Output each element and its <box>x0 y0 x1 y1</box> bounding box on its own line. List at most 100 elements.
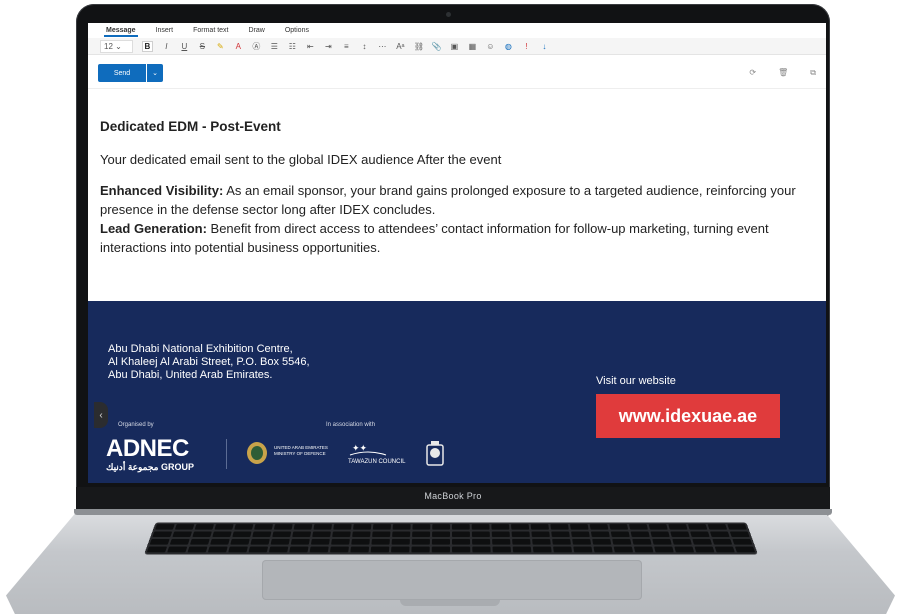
keyboard-key <box>155 524 175 530</box>
keyboard-key <box>530 524 549 530</box>
keyboard-key <box>174 524 195 530</box>
clear-format-icon[interactable]: Ⓐ <box>252 41 261 52</box>
keyboard-key <box>412 531 431 538</box>
image-icon[interactable]: ▣ <box>450 42 459 51</box>
keyboard-key <box>289 546 309 553</box>
styles-icon[interactable]: Aᵃ <box>396 42 405 51</box>
keyboard-key <box>492 546 512 553</box>
keyboard-key <box>714 546 735 553</box>
send-button[interactable]: Send <box>98 64 146 82</box>
emoji-icon[interactable]: ☺ <box>486 42 495 51</box>
recurring-icon[interactable]: ⟳ <box>749 68 756 78</box>
keyboard-key <box>309 546 329 553</box>
keyboard-key <box>268 546 289 553</box>
italic-icon[interactable]: I <box>162 42 171 51</box>
keyboard-key <box>569 524 589 530</box>
tab-insert[interactable]: Insert <box>154 27 176 34</box>
keyboard-key <box>351 538 370 545</box>
attach-icon[interactable]: 📎 <box>432 42 442 51</box>
email-body[interactable]: Dedicated EDM - Post-Event Your dedicate… <box>100 95 810 257</box>
keyboard-key <box>472 538 491 545</box>
keyboard-key <box>609 524 629 530</box>
dictate-icon[interactable]: ◍ <box>504 42 513 51</box>
chevron-left-icon[interactable]: ‹ <box>94 402 108 428</box>
keyboard-key <box>674 546 695 553</box>
keyboard-key <box>372 524 392 530</box>
bullets-icon[interactable]: ☰ <box>270 42 279 51</box>
keyboard-key <box>232 531 252 538</box>
keyboard-key <box>228 546 248 553</box>
keyboard-key <box>350 546 370 553</box>
mod-emblem-icon <box>247 442 267 464</box>
table-icon[interactable]: ▦ <box>468 42 477 51</box>
delete-icon[interactable]: 🗑 <box>778 68 788 78</box>
keyboard-key <box>512 546 532 553</box>
logo-divider <box>226 439 227 469</box>
keyboard-key <box>654 546 674 553</box>
keyboard-key <box>732 538 753 545</box>
keyboard-key <box>234 524 254 530</box>
keyboard-key <box>411 538 430 545</box>
keyboard-key <box>169 538 190 545</box>
keyboard-key <box>152 531 173 538</box>
spacing-icon[interactable]: ↕ <box>360 42 369 51</box>
keyboard-key <box>511 531 530 538</box>
keyboard-key <box>694 546 715 553</box>
increase-indent-icon[interactable]: ⇥ <box>324 42 333 51</box>
keyboard-key <box>572 538 592 545</box>
keyboard-key <box>632 538 652 545</box>
highlight-icon[interactable]: ✎ <box>216 42 225 51</box>
keyboard-key <box>293 524 313 530</box>
keyboard-key <box>372 531 391 538</box>
tab-draw[interactable]: Draw <box>247 27 267 34</box>
footer-banner: Abu Dhabi National Exhibition Centre, Al… <box>88 301 826 483</box>
chevron-down-icon[interactable]: ⌄ <box>147 64 163 82</box>
align-icon[interactable]: ≡ <box>342 42 351 51</box>
strikethrough-icon[interactable]: S <box>198 42 207 51</box>
font-size-value: 12 <box>104 41 113 51</box>
laptop-hinge <box>74 509 832 515</box>
keyboard-key <box>491 531 510 538</box>
popout-icon[interactable]: ⧉ <box>810 68 816 78</box>
tab-message[interactable]: Message <box>104 27 138 37</box>
keyboard-key <box>252 531 272 538</box>
keyboard-key <box>451 524 470 530</box>
tab-options[interactable]: Options <box>283 27 311 34</box>
more-icon[interactable]: ⋯ <box>378 42 387 51</box>
visibility-label: Enhanced Visibility: <box>100 183 224 198</box>
website-link[interactable]: www.idexuae.ae <box>596 394 780 438</box>
importance-icon[interactable]: ! <box>522 42 531 51</box>
menu-bar: Message Insert Format text Draw Options <box>88 23 826 38</box>
sensitivity-icon[interactable]: ↓ <box>540 42 549 51</box>
screen: Message Insert Format text Draw Options … <box>88 23 826 483</box>
keyboard-key <box>172 531 193 538</box>
keyboard-key <box>352 531 371 538</box>
keyboard-key <box>712 538 733 545</box>
decrease-indent-icon[interactable]: ⇤ <box>306 42 315 51</box>
keyboard-key <box>452 538 471 545</box>
keyboard-key <box>254 524 274 530</box>
font-size-select[interactable]: 12 ⌄ <box>100 39 133 53</box>
keyboard-key <box>452 546 471 553</box>
keyboard-key <box>592 538 612 545</box>
email-intro: Your dedicated email sent to the global … <box>100 152 502 167</box>
keyboard-key <box>670 531 690 538</box>
keyboard-key <box>690 531 710 538</box>
keyboard <box>144 522 758 555</box>
underline-icon[interactable]: U <box>180 42 189 51</box>
keyboard-key <box>292 531 312 538</box>
keyboard-key <box>512 538 531 545</box>
bold-icon[interactable]: B <box>141 40 153 52</box>
address-line: Al Khaleej Al Arabi Street, P.O. Box 554… <box>108 356 310 368</box>
keyboard-key <box>392 531 411 538</box>
numbering-icon[interactable]: ☷ <box>288 42 297 51</box>
tab-format-text[interactable]: Format text <box>191 27 230 34</box>
keyboard-key <box>729 531 750 538</box>
keyboard-key <box>432 531 451 538</box>
link-icon[interactable]: ⛓ <box>414 42 424 51</box>
keyboard-key <box>412 524 431 530</box>
visit-website-label: Visit our website <box>596 375 676 387</box>
camera-icon <box>446 12 451 17</box>
font-color-icon[interactable]: A <box>234 42 243 51</box>
keyboard-key <box>553 546 573 553</box>
